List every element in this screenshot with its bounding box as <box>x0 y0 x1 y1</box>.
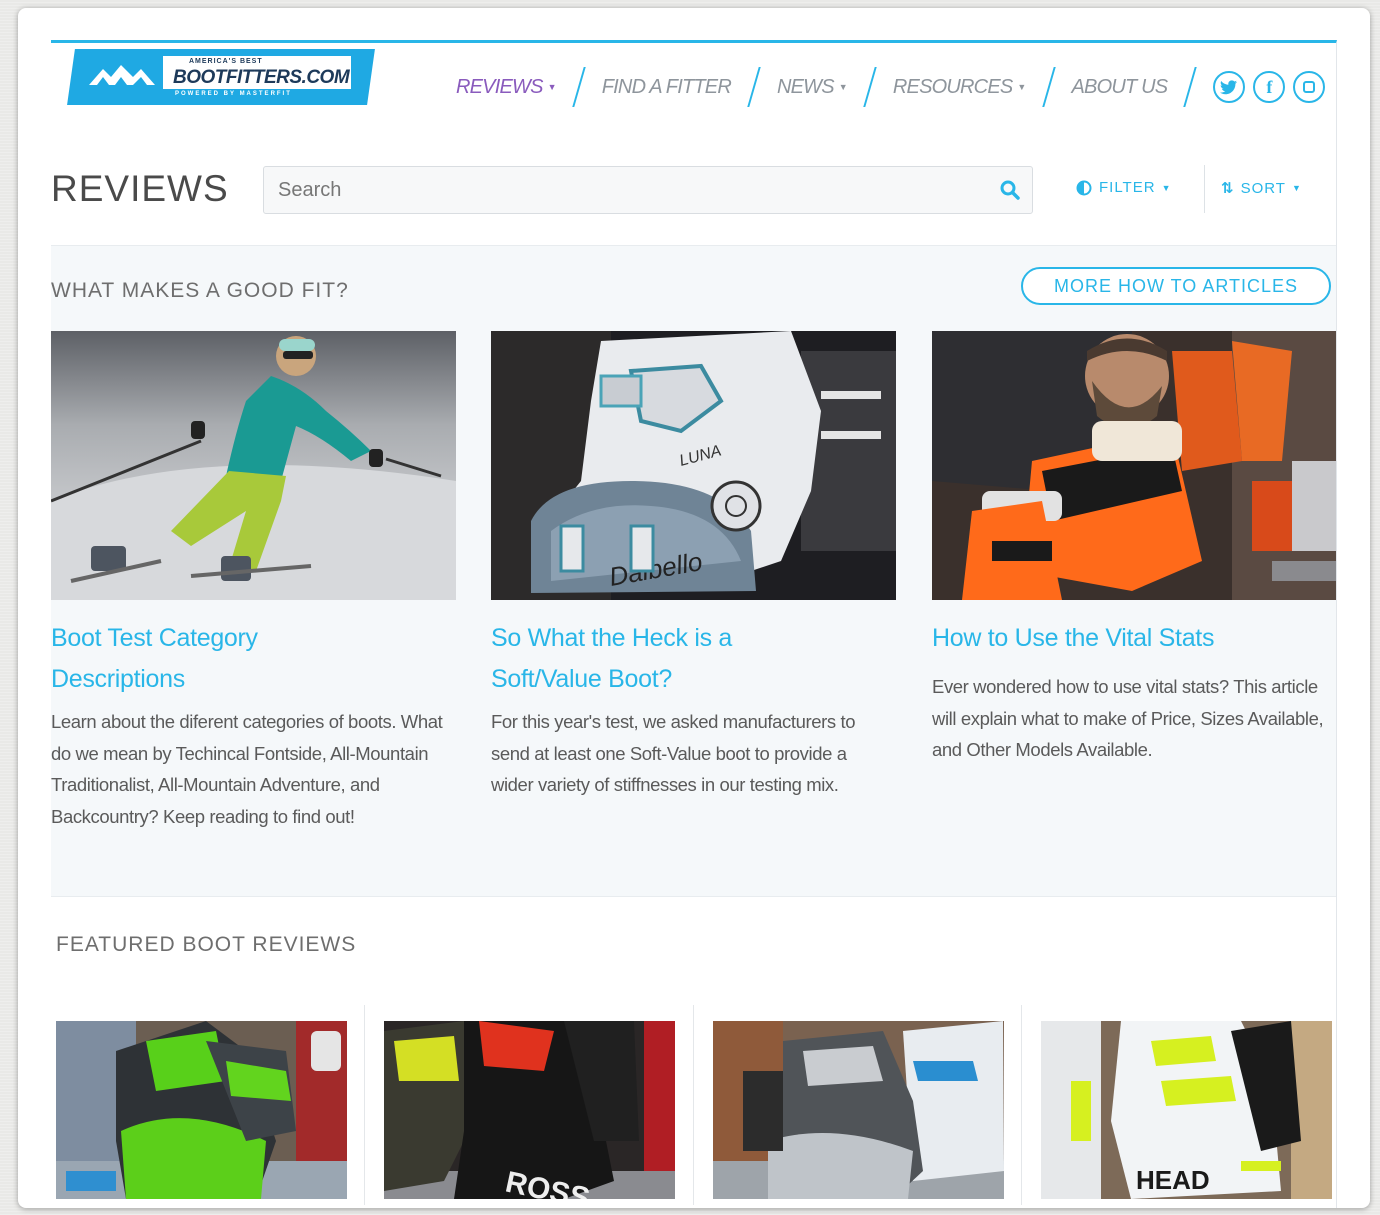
gray-white-boot-image[interactable] <box>713 1021 1004 1199</box>
logo-powered-by: POWERED BY MASTERFIT <box>175 91 292 97</box>
logo-name: BOOTFITTERS.COM <box>173 67 350 88</box>
nav-item-about-us[interactable]: ABOUT US <box>1071 75 1169 99</box>
section-heading-good-fit: WHAT MAKES A GOOD FIT? <box>51 279 349 302</box>
nav-item-news[interactable]: NEWS ▼ <box>776 75 848 99</box>
article-card: LUNA Dalbello So What the Heck is a Soft… <box>491 331 896 801</box>
facebook-icon[interactable]: f <box>1253 71 1286 103</box>
caret-down-icon: ▼ <box>547 82 557 92</box>
nav-divider <box>863 67 877 107</box>
caret-down-icon: ▼ <box>1161 182 1172 193</box>
sort-button[interactable]: ⇅ SORT ▼ <box>1221 179 1302 198</box>
nav-divider <box>572 67 586 107</box>
caret-down-icon: ▼ <box>1017 82 1026 92</box>
column-divider <box>1021 1005 1022 1205</box>
nav-label: REVIEWS <box>456 75 543 98</box>
nav-label: RESOURCES <box>892 75 1013 98</box>
article-card: How to Use the Vital Stats Ever wondered… <box>932 331 1336 766</box>
column-divider <box>693 1005 694 1205</box>
search-input[interactable] <box>278 175 978 205</box>
logo-wordmark: AMERICA'S BEST BOOTFITTERS.COM <box>163 56 351 89</box>
skier-image[interactable] <box>51 331 456 600</box>
ski-boot-closeup-image[interactable]: LUNA Dalbello <box>491 331 896 600</box>
nav-divider <box>1041 67 1056 107</box>
browser-frame: AMERICA'S BEST BOOTFITTERS.COM POWERED B… <box>18 8 1370 1208</box>
caret-down-icon: ▼ <box>1291 183 1302 193</box>
twitter-icon[interactable] <box>1213 71 1246 103</box>
nav-item-find-a-fitter[interactable]: FIND A FITTER <box>601 75 732 99</box>
half-circle-icon <box>1076 180 1092 195</box>
filter-label: FILTER <box>1099 179 1156 196</box>
article-title[interactable]: Boot Test Category Descriptions <box>51 618 351 700</box>
article-description: Learn about the diferent categories of b… <box>51 711 443 827</box>
nav-item-reviews[interactable]: REVIEWS ▼ <box>456 75 557 99</box>
nav-label: FIND A FITTER <box>601 75 732 98</box>
article-card: Boot Test Category Descriptions Learn ab… <box>51 331 456 832</box>
bootfitter-image[interactable] <box>932 331 1336 600</box>
site-logo[interactable]: AMERICA'S BEST BOOTFITTERS.COM POWERED B… <box>67 49 375 105</box>
head-white-boot-image[interactable]: HEAD <box>1041 1021 1332 1199</box>
toolbar-divider <box>1204 165 1205 213</box>
nav-label: ABOUT US <box>1071 75 1169 98</box>
section-heading-featured: FEATURED BOOT REVIEWS <box>56 933 357 956</box>
article-description: For this year's test, we asked manufactu… <box>491 711 856 795</box>
article-description: Ever wondered how to use vital stats? Th… <box>932 676 1324 760</box>
sort-label: SORT <box>1240 179 1286 197</box>
site-header: AMERICA'S BEST BOOTFITTERS.COM POWERED B… <box>51 43 1336 115</box>
logo-tagline: AMERICA'S BEST <box>189 58 263 65</box>
article-title[interactable]: How to Use the Vital Stats <box>932 618 1322 659</box>
mountain-logo-icon <box>89 65 155 85</box>
svg-text:HEAD: HEAD <box>1136 1165 1210 1195</box>
main-nav: REVIEWS ▼ FIND A FITTER NEWS ▼ RESOURCES… <box>456 67 1333 107</box>
search-icon[interactable] <box>1000 180 1020 200</box>
nav-divider <box>1183 67 1198 107</box>
page: AMERICA'S BEST BOOTFITTERS.COM POWERED B… <box>51 40 1337 1208</box>
nav-divider <box>747 67 761 107</box>
more-how-to-articles-button[interactable]: MORE HOW TO ARTICLES <box>1021 267 1331 305</box>
filter-button[interactable]: FILTER ▼ <box>1076 179 1171 196</box>
green-boot-image[interactable] <box>56 1021 347 1199</box>
nav-label: NEWS <box>776 75 835 98</box>
instagram-icon[interactable] <box>1293 71 1326 103</box>
sort-arrows-icon: ⇅ <box>1221 180 1235 197</box>
nav-item-resources[interactable]: RESOURCES ▼ <box>893 76 1026 99</box>
black-red-boot-image[interactable]: ROSS <box>384 1021 675 1199</box>
column-divider <box>364 1005 365 1205</box>
caret-down-icon: ▼ <box>838 82 848 92</box>
page-title: REVIEWS <box>51 168 229 209</box>
search-box <box>263 166 1033 214</box>
article-title[interactable]: So What the Heck is a Soft/Value Boot? <box>491 618 791 700</box>
